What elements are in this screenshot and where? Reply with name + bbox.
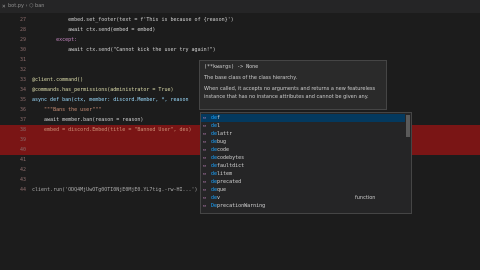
line-number: 31 [19, 57, 26, 63]
suggestion-list[interactable]: ▭ def ▭ del ▭ delattr ▭ debug ▭ decode ▭ decodebyte… [200, 112, 412, 214]
suggestion-item[interactable]: ▭ del [201, 122, 405, 130]
suggestion-label: delitem [211, 170, 232, 178]
suggestion-item[interactable]: ▭ defaultdict [201, 162, 405, 170]
suggestion-rest: bug [217, 139, 227, 145]
suggestion-label: decode [211, 146, 229, 154]
suggestion-item[interactable]: ▭ decode [201, 146, 405, 154]
line-number: 27 [19, 17, 26, 23]
suggestion-rest: precated [217, 179, 242, 185]
suggestion-label: DeprecationWarning [211, 202, 265, 210]
close-icon[interactable]: × [2, 3, 6, 10]
hover-signature: (**kwargs) -> None [204, 64, 259, 70]
line-number: 35 [19, 97, 26, 103]
keyword-icon: ▭ [203, 179, 207, 185]
suggestion-rest: litem [217, 171, 233, 177]
keyword-icon: ▭ [203, 147, 207, 153]
suggestion-rest: faultdict [217, 163, 245, 169]
code-line[interactable]: 29 except: [0, 35, 480, 45]
line-number: 42 [19, 167, 26, 173]
line-number: 43 [19, 177, 26, 183]
suggestion-label: debug [211, 138, 226, 146]
keyword-icon: ▭ [203, 131, 207, 137]
suggestion-item[interactable]: ▭ delitem [201, 170, 405, 178]
hover-description: The base class of the class hierarchy. [204, 75, 298, 81]
suggestion-rest: code [217, 147, 230, 153]
suggestion-item[interactable]: ▭ deque [201, 186, 405, 194]
line-number: 44 [19, 187, 26, 193]
code-text[interactable]: await member.ban(reason = reason) [32, 115, 143, 125]
suggestion-rest: lattr [217, 131, 233, 137]
suggestion-label: del [211, 122, 220, 130]
suggestion-item[interactable]: ▭ dev function [201, 194, 405, 202]
suggestion-rest: que [217, 187, 227, 193]
suggestion-label: decodebytes [211, 154, 244, 162]
line-number: 38 [19, 127, 26, 133]
code-text[interactable]: @commands.has_permissions(administrator … [32, 85, 173, 95]
line-number: 29 [19, 37, 26, 43]
code-text[interactable]: """Bans the user""" [32, 105, 101, 115]
line-number: 36 [19, 107, 26, 113]
suggestion-rest: f [217, 115, 221, 121]
keyword-icon: ▭ [203, 115, 207, 121]
line-number: 33 [19, 77, 26, 83]
suggestion-item[interactable]: ▭ def [201, 114, 405, 122]
line-number: 41 [19, 157, 26, 163]
tab-bar: × bot.py › ⬡ ban [0, 0, 480, 13]
code-text[interactable]: embed.set_footer(text = f'This is becaus… [32, 15, 234, 25]
suggestion-item[interactable]: ▭ delattr [201, 130, 405, 138]
line-number: 28 [19, 27, 26, 33]
suggestion-label: def [211, 114, 220, 122]
code-text[interactable]: await ctx.send(embed = embed) [32, 25, 155, 35]
code-line[interactable]: 27 embed.set_footer(text = f'This is bec… [0, 15, 480, 25]
suggestion-rest: codebytes [217, 155, 245, 161]
keyword-icon: ▭ [203, 187, 207, 193]
keyword-icon: ▭ [203, 203, 207, 209]
suggestion-item[interactable]: ▭ DeprecationWarning [201, 202, 405, 210]
suggestion-label: delattr [211, 130, 232, 138]
hover-tooltip: (**kwargs) -> None The base class of the… [199, 60, 387, 110]
hover-text: When called, it accepts no arguments and… [204, 86, 376, 100]
line-number: 30 [19, 47, 26, 53]
suggestion-label: deprecated [211, 178, 241, 186]
suggestion-rest: v [217, 195, 221, 201]
keyword-icon: ▭ [203, 139, 207, 145]
line-number: 37 [19, 117, 26, 123]
line-number: 34 [19, 87, 26, 93]
keyword-icon: ▭ [203, 195, 207, 201]
keyword-icon: ▭ [203, 123, 207, 129]
suggestion-label: deque [211, 186, 226, 194]
keyword-icon: ▭ [203, 171, 207, 177]
keyword-icon: ▭ [203, 155, 207, 161]
suggestion-label: dev [211, 194, 220, 202]
suggestion-rest: l [217, 123, 221, 129]
line-number: 39 [19, 137, 26, 143]
suggestion-detail: function [355, 195, 376, 201]
keyword-icon: ▭ [203, 163, 207, 169]
line-number: 32 [19, 67, 26, 73]
suggestion-item[interactable]: ▭ deprecated [201, 178, 405, 186]
code-text[interactable]: async def ban(ctx, member: discord.Membe… [32, 95, 189, 105]
suggestion-rest: precationWarning [217, 203, 266, 209]
suggestion-item[interactable]: ▭ debug [201, 138, 405, 146]
suggestion-item[interactable]: ▭ decodebytes [201, 154, 405, 162]
code-line[interactable]: 30 await ctx.send("Cannot kick the user … [0, 45, 480, 55]
code-text[interactable]: client.run('ODQ4MjUwOTg0OTI0NjE0MjE0.YL7… [32, 185, 198, 195]
code-text[interactable]: except: [32, 35, 77, 45]
suggestion-label: defaultdict [211, 162, 244, 170]
code-text[interactable]: embed = discord.Embed(title = "Banned Us… [32, 125, 192, 135]
code-line[interactable]: 28 await ctx.send(embed = embed) [0, 25, 480, 35]
line-number: 40 [19, 147, 26, 153]
code-text[interactable]: @client.command() [32, 75, 83, 85]
breadcrumb[interactable]: bot.py › ⬡ ban [8, 3, 44, 9]
suggestion-scrollbar[interactable] [406, 115, 410, 137]
code-text[interactable]: await ctx.send("Cannot kick the user try… [32, 45, 216, 55]
